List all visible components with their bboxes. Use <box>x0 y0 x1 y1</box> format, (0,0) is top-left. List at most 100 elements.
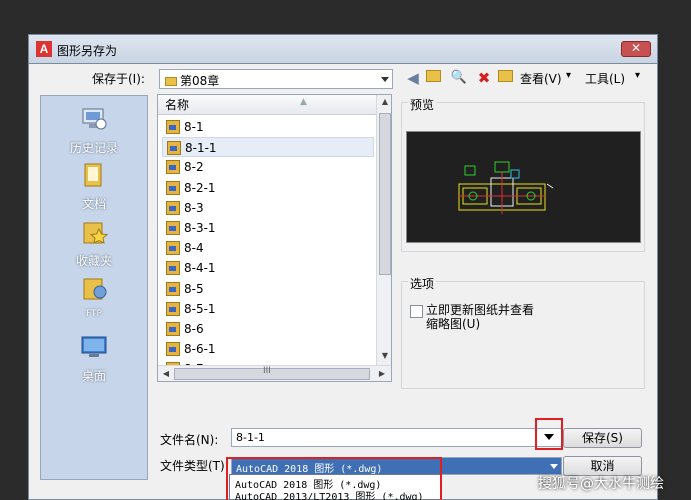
file-name: 8-4-1 <box>184 261 216 276</box>
file-name: 8-6 <box>184 322 204 336</box>
dwg-file-icon <box>166 200 180 215</box>
file-name: 8-4 <box>184 241 204 256</box>
place-favorites[interactable]: 收藏夹 <box>41 219 147 269</box>
file-row[interactable]: 8-6-1 <box>162 339 374 359</box>
tools-menu[interactable]: 工具(L) <box>585 70 625 87</box>
filename-chevron-down-icon[interactable] <box>544 434 554 440</box>
update-thumbnail-checkbox[interactable] <box>410 305 423 318</box>
filetype-chevron-down-icon <box>550 464 558 469</box>
dwg-file-icon <box>166 160 180 175</box>
file-name: 8-1-1 <box>185 141 217 156</box>
file-row[interactable]: 8-1-1 <box>162 137 374 158</box>
ftp-icon <box>83 278 107 300</box>
file-row[interactable]: 8-2 <box>162 157 374 177</box>
dwg-file-icon <box>167 141 181 156</box>
title-bar[interactable]: A 图形另存为 ✕ <box>28 34 658 64</box>
up-folder-icon[interactable] <box>426 69 444 87</box>
place-desktop-label: 桌面 <box>81 369 106 383</box>
tools-chevron-down-icon[interactable]: ▾ <box>635 70 640 81</box>
delete-icon[interactable]: ✖ <box>475 69 493 87</box>
view-chevron-down-icon[interactable]: ▾ <box>566 70 571 81</box>
chevron-down-icon <box>381 77 389 82</box>
search-web-icon[interactable]: 🔍 <box>450 69 468 87</box>
update-thumbnail-label-line1: 立即更新图纸并查看 <box>426 303 535 317</box>
documents-icon <box>84 163 102 187</box>
save-in-combo[interactable]: 第08章 <box>159 69 393 89</box>
place-ftp[interactable]: FTP <box>41 276 147 319</box>
file-name: 8-2 <box>184 160 204 175</box>
file-row[interactable]: 8-5-1 <box>162 299 374 319</box>
dwg-file-icon <box>166 281 180 296</box>
horizontal-scrollbar[interactable]: ◀ III ▶ <box>158 365 391 381</box>
options-group <box>401 281 645 389</box>
scroll-down-icon[interactable]: ▼ <box>377 351 391 360</box>
file-name: 8-3-1 <box>184 221 216 235</box>
preview-pane <box>406 131 641 243</box>
drawing-thumbnail <box>458 161 554 214</box>
desktop-icon <box>81 336 107 357</box>
favorites-icon <box>83 222 109 244</box>
folder-icon <box>165 77 177 86</box>
vertical-scroll-thumb[interactable] <box>379 113 391 275</box>
place-desktop[interactable]: 桌面 <box>41 334 147 384</box>
dwg-file-icon <box>166 301 180 316</box>
file-list[interactable]: 名称 ▲ 8-1 8-1-1 8-2 8-2-1 8-3 8-3-1 8-4 8-4-1 8-5… <box>157 94 392 382</box>
place-history-label: 历史记录 <box>69 141 118 155</box>
dwg-file-icon <box>166 261 180 276</box>
dwg-file-icon <box>166 322 180 336</box>
update-thumbnail-label[interactable]: 立即更新图纸并查看 缩略图(U) <box>426 303 534 331</box>
column-header-label: 名称 <box>165 98 190 112</box>
watermark-text: 搜狐号@大水牛测绘 <box>538 476 664 492</box>
update-thumbnail-label-line2: 缩略图(U) <box>426 317 481 331</box>
file-row[interactable]: 8-1 <box>162 117 374 137</box>
back-arrow-icon[interactable]: ◀ <box>404 69 422 87</box>
window-title: 图形另存为 <box>57 44 118 58</box>
history-icon <box>82 108 107 130</box>
sort-arrow-icon: ▲ <box>300 97 307 107</box>
dwg-file-icon <box>166 241 180 256</box>
close-button[interactable]: ✕ <box>621 41 651 57</box>
dwg-file-icon <box>166 221 180 235</box>
view-menu[interactable]: 查看(V) <box>520 70 562 87</box>
dwg-file-icon <box>166 120 180 134</box>
filetype-highlight <box>226 457 442 500</box>
place-history[interactable]: 历史记录 <box>41 106 147 156</box>
place-ftp-label: FTP <box>86 309 102 319</box>
autocad-logo-icon: A <box>36 41 52 57</box>
file-row[interactable]: 8-2-1 <box>162 178 374 198</box>
scroll-left-icon[interactable]: ◀ <box>158 369 174 378</box>
file-row[interactable]: 8-5 <box>162 279 374 299</box>
vertical-scrollbar[interactable]: ▲ ▼ <box>376 95 391 365</box>
file-row[interactable]: 8-3-1 <box>162 218 374 238</box>
column-header-name[interactable]: 名称 ▲ <box>158 95 376 115</box>
file-name: 8-5-1 <box>184 301 216 316</box>
file-row[interactable]: 8-6 <box>162 319 374 339</box>
save-in-value: 第08章 <box>180 74 220 88</box>
place-documents-label: 文档 <box>81 197 106 211</box>
options-label: 选项 <box>408 275 437 292</box>
file-name: 8-5 <box>184 281 204 296</box>
save-button[interactable]: 保存(S) <box>563 428 642 448</box>
file-row[interactable]: 8-3 <box>162 198 374 218</box>
scroll-up-icon[interactable]: ▲ <box>377 97 391 106</box>
horizontal-scroll-thumb[interactable]: III <box>174 366 370 380</box>
filename-label: 文件名(N): <box>160 433 219 447</box>
new-folder-icon[interactable] <box>498 69 516 87</box>
scroll-right-icon[interactable]: ▶ <box>374 369 390 378</box>
place-favorites-label: 收藏夹 <box>75 254 112 268</box>
file-name: 8-1 <box>184 120 204 134</box>
preview-label: 预览 <box>408 96 437 113</box>
file-name: 8-3 <box>184 200 204 215</box>
file-row[interactable]: 8-4-1 <box>162 258 374 278</box>
places-bar: 历史记录 文档 收藏夹 FTP 桌面 <box>40 95 148 480</box>
filename-combo[interactable]: 8-1-1 <box>231 428 562 447</box>
filename-value: 8-1-1 <box>236 431 265 444</box>
dwg-file-icon <box>166 342 180 357</box>
file-name: 8-2-1 <box>184 180 216 195</box>
place-documents[interactable]: 文档 <box>41 162 147 212</box>
filetype-label: 文件类型(T): <box>160 459 229 473</box>
file-row[interactable]: 8-4 <box>162 238 374 258</box>
scroll-grip: III <box>263 366 271 376</box>
file-name: 8-6-1 <box>184 342 216 357</box>
save-in-label: 保存于(I): <box>92 72 145 86</box>
